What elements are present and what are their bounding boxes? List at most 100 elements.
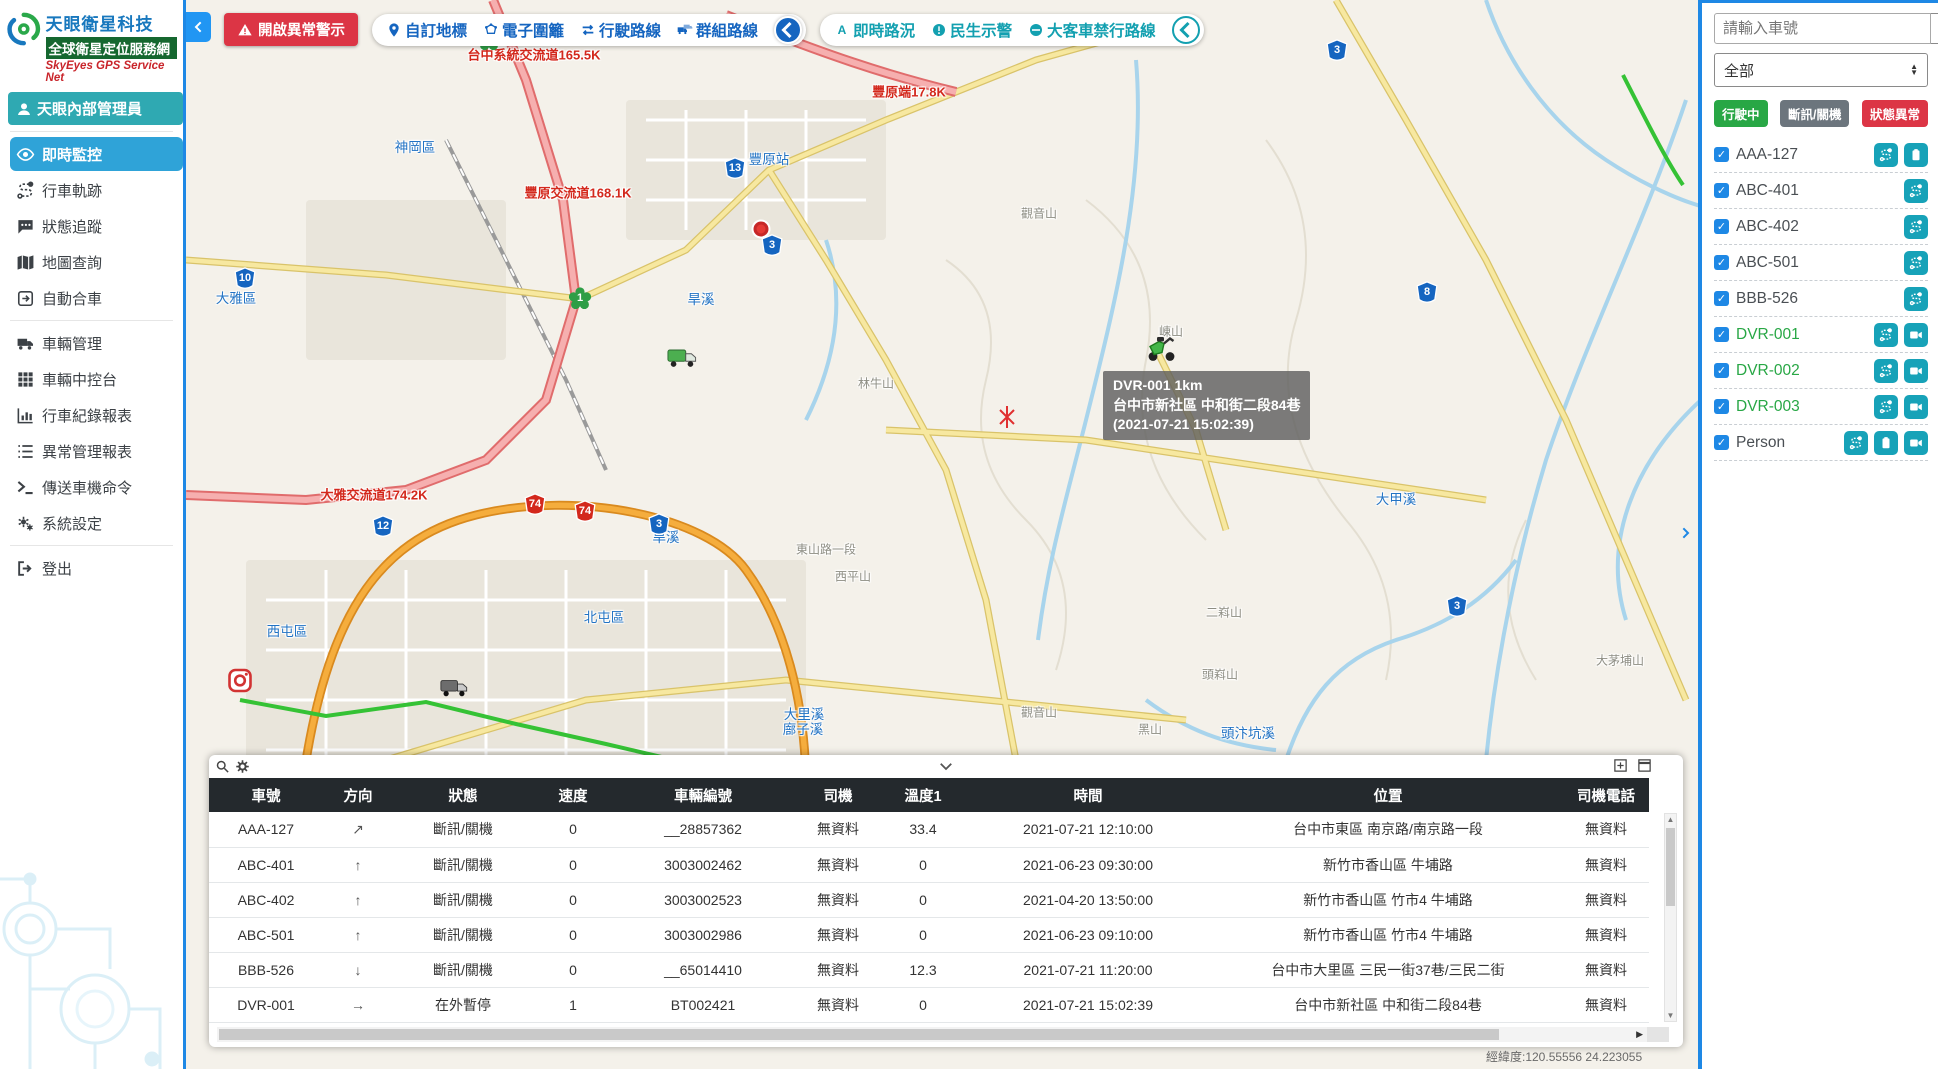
sidebar-item-6[interactable]: 車輛中控台 bbox=[10, 362, 183, 396]
track-route-button[interactable] bbox=[1874, 359, 1898, 383]
scroll-up-icon[interactable]: ▲ bbox=[1665, 815, 1676, 824]
expand-plus-icon[interactable] bbox=[1613, 758, 1628, 773]
pill-collapse-chevron-left-icon[interactable] bbox=[1172, 16, 1200, 44]
search-icon[interactable] bbox=[215, 759, 230, 774]
vehicle-checkbox[interactable]: ✓ bbox=[1714, 147, 1729, 162]
vehicle-checkbox[interactable]: ✓ bbox=[1714, 363, 1729, 378]
track-route-button[interactable] bbox=[1904, 251, 1928, 275]
pill-collapse-chevron-left-icon[interactable] bbox=[774, 16, 802, 44]
eye-icon bbox=[16, 145, 35, 164]
sidebar-item-0[interactable]: 即時監控 bbox=[10, 137, 183, 171]
vertical-scroll-thumb[interactable] bbox=[1666, 828, 1675, 906]
track-route-button[interactable] bbox=[1904, 287, 1928, 311]
merge-icon bbox=[16, 289, 35, 308]
layer-button-民生示警[interactable]: 民生示警 bbox=[931, 19, 1012, 41]
grid-collapse-chevron-down-icon[interactable] bbox=[937, 757, 955, 775]
layer-button-群組路線[interactable]: 群組路線 bbox=[677, 19, 758, 41]
camera-button[interactable] bbox=[1904, 323, 1928, 347]
layer-button-大客車禁行路線[interactable]: 大客車禁行路線 bbox=[1028, 19, 1156, 41]
search-submit-button[interactable]: 查詢 bbox=[1931, 13, 1938, 44]
red-dot-map-marker[interactable] bbox=[754, 222, 769, 237]
track-route-button[interactable] bbox=[1904, 179, 1928, 203]
status-filter-badge-行駛中[interactable]: 行駛中 bbox=[1714, 100, 1768, 127]
window-icon[interactable] bbox=[1637, 758, 1652, 773]
vehicle-name: AAA-127 bbox=[1736, 146, 1868, 164]
table-horizontal-scrollbar[interactable]: ▶ bbox=[217, 1027, 1669, 1042]
map-toolbar: 開啟異常警示 自訂地標電子圍籬行駛路線群組路線 A即時路況民生示警大客車禁行路線 bbox=[224, 13, 1204, 46]
scroll-right-icon[interactable]: ▶ bbox=[1636, 1029, 1643, 1040]
sidebar: 天眼衛星科技 全球衛星定位服務網 SkyEyes GPS Service Net… bbox=[0, 0, 183, 1069]
vehicle-checkbox[interactable]: ✓ bbox=[1714, 291, 1729, 306]
vehicle-filter-select[interactable]: 全部 ▲▼ bbox=[1714, 53, 1928, 87]
table-row-BBB-526[interactable]: BBB-526↓斷訊/關機0__65014410無資料12.32021-07-2… bbox=[209, 952, 1649, 987]
sidebar-item-4[interactable]: 自動合車 bbox=[10, 281, 183, 315]
track-route-button[interactable] bbox=[1874, 143, 1898, 167]
vehicle-checkbox[interactable]: ✓ bbox=[1714, 399, 1729, 414]
camera-icon bbox=[1909, 400, 1923, 414]
truck-green-map-marker[interactable] bbox=[667, 347, 697, 374]
cell-時間: 2021-07-21 12:10:00 bbox=[963, 812, 1213, 847]
truck-gray-map-marker[interactable] bbox=[440, 678, 468, 703]
sidebar-item-5[interactable]: 車輛管理 bbox=[10, 326, 183, 360]
cell-司機電話: 無資料 bbox=[1563, 882, 1649, 917]
vehicle-checkbox[interactable]: ✓ bbox=[1714, 255, 1729, 270]
map-label: 豐原站 bbox=[749, 148, 790, 168]
column-header-狀態: 狀態 bbox=[393, 778, 533, 812]
cell-司機: 無資料 bbox=[793, 987, 883, 1022]
sidebar-item-7[interactable]: 行車紀錄報表 bbox=[10, 398, 183, 432]
clipboard-button[interactable] bbox=[1904, 143, 1928, 167]
vehicle-checkbox[interactable]: ✓ bbox=[1714, 435, 1729, 450]
camera-button[interactable] bbox=[1904, 395, 1928, 419]
gears-icon bbox=[16, 514, 35, 533]
sidebar-item-2[interactable]: 狀態追蹤 bbox=[10, 209, 183, 243]
track-route-button[interactable] bbox=[1874, 323, 1898, 347]
map-label: 西屯區 bbox=[267, 620, 308, 640]
vehicle-checkbox[interactable]: ✓ bbox=[1714, 219, 1729, 234]
route-shield-3: 3 bbox=[1446, 595, 1468, 619]
layer-button-即時路況[interactable]: A即時路況 bbox=[834, 19, 915, 41]
sidebar-item-11[interactable]: 登出 bbox=[10, 551, 183, 585]
track-route-button[interactable] bbox=[1844, 431, 1868, 455]
table-row-ABC-501[interactable]: ABC-501↑斷訊/關機03003002986無資料02021-06-23 0… bbox=[209, 917, 1649, 952]
sidebar-item-3[interactable]: 地圖查詢 bbox=[10, 245, 183, 279]
camera-marker-map-marker[interactable] bbox=[228, 669, 252, 698]
scroll-down-icon[interactable]: ▼ bbox=[1665, 1011, 1676, 1020]
table-row-DVR-001[interactable]: DVR-001→在外暫停1BT002421無資料02021-07-21 15:0… bbox=[209, 987, 1649, 1022]
layer-button-行駛路線[interactable]: 行駛路線 bbox=[580, 19, 661, 41]
status-filter-badge-斷訊/關機[interactable]: 斷訊/關機 bbox=[1780, 100, 1849, 127]
layer-button-自訂地標[interactable]: 自訂地標 bbox=[386, 19, 467, 41]
vehicle-search-input[interactable] bbox=[1714, 13, 1931, 44]
sidebar-collapse-button[interactable] bbox=[186, 12, 211, 42]
table-row-AAA-127[interactable]: AAA-127↗斷訊/關機0__28857362無資料33.42021-07-2… bbox=[209, 812, 1649, 847]
chevron-left-icon bbox=[191, 19, 207, 35]
table-row-ABC-401[interactable]: ABC-401↑斷訊/關機03003002462無資料02021-06-23 0… bbox=[209, 847, 1649, 882]
cell-車號: ABC-401 bbox=[209, 847, 323, 882]
table-vertical-scrollbar[interactable]: ▲ ▼ bbox=[1664, 813, 1677, 1022]
cell-方向: ↑ bbox=[323, 847, 393, 882]
right-panel-toggle-button[interactable] bbox=[1674, 516, 1696, 552]
cell-狀態: 斷訊/關機 bbox=[393, 812, 533, 847]
sidebar-item-10[interactable]: 系統設定 bbox=[10, 506, 183, 540]
sidebar-item-9[interactable]: 傳送車機命令 bbox=[10, 470, 183, 504]
layer-button-電子圍籬[interactable]: 電子圍籬 bbox=[483, 19, 564, 41]
map-label: 廍子溪 bbox=[783, 718, 824, 738]
sidebar-menu: 即時監控行車軌跡狀態追蹤地圖查詢自動合車車輛管理車輛中控台行車紀錄報表異常管理報… bbox=[0, 131, 183, 585]
gear-icon[interactable] bbox=[235, 759, 250, 774]
column-header-方向: 方向 bbox=[323, 778, 393, 812]
vehicle-checkbox[interactable]: ✓ bbox=[1714, 327, 1729, 342]
camera-button[interactable] bbox=[1904, 359, 1928, 383]
vehicle-checkbox[interactable]: ✓ bbox=[1714, 183, 1729, 198]
map-canvas[interactable]: 台中系統交流道165.5K豐原端17.8K豐原交流道168.1K大雅交流道174… bbox=[183, 0, 1698, 1069]
status-filter-badge-狀態異常[interactable]: 狀態異常 bbox=[1862, 100, 1928, 127]
map-label: 觀音山 bbox=[1021, 704, 1057, 721]
clipboard-button[interactable] bbox=[1874, 431, 1898, 455]
horizontal-scroll-thumb[interactable] bbox=[219, 1029, 1499, 1040]
alert-toggle-button[interactable]: 開啟異常警示 bbox=[224, 13, 358, 46]
track-route-button[interactable] bbox=[1874, 395, 1898, 419]
sidebar-item-8[interactable]: 異常管理報表 bbox=[10, 434, 183, 468]
camera-button[interactable] bbox=[1904, 431, 1928, 455]
sidebar-item-1[interactable]: 行車軌跡 bbox=[10, 173, 183, 207]
scooter-map-marker[interactable] bbox=[1144, 333, 1178, 368]
track-route-button[interactable] bbox=[1904, 215, 1928, 239]
table-row-ABC-402[interactable]: ABC-402↑斷訊/關機03003002523無資料02021-04-20 1… bbox=[209, 882, 1649, 917]
